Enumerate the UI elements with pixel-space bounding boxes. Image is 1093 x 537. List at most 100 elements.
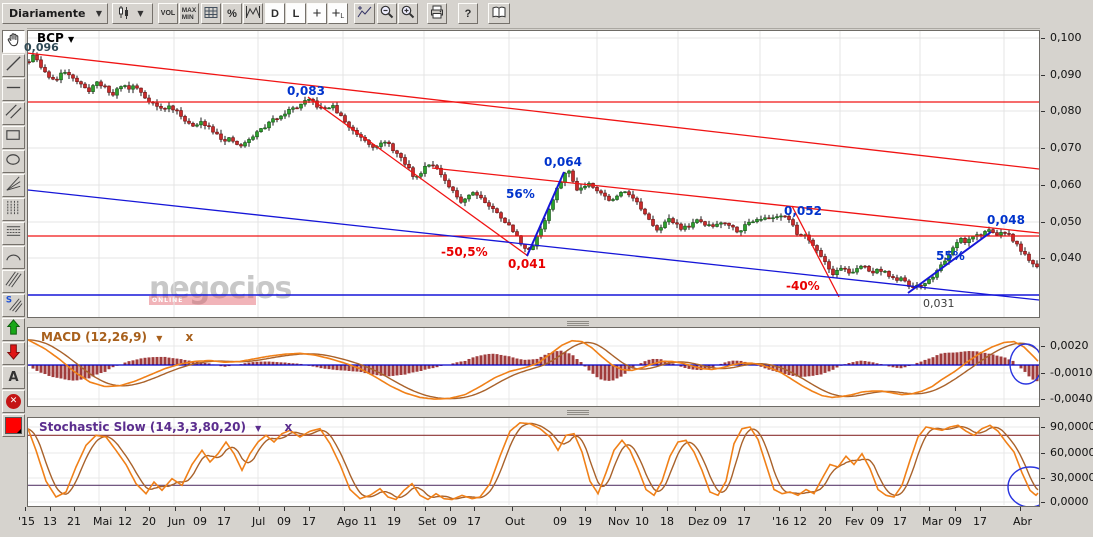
- x-axis-label: Dez: [688, 515, 710, 528]
- help-button[interactable]: ?: [458, 3, 478, 24]
- x-axis-label: Fev: [845, 515, 865, 528]
- axis-tick: [585, 507, 586, 511]
- price-annotation[interactable]: 0,096: [24, 41, 59, 54]
- axis-tick: [695, 507, 696, 511]
- axis-tick: [1041, 346, 1045, 347]
- horizontal-line-tool[interactable]: [2, 78, 25, 101]
- macd-panel[interactable]: MACD (12,26,9) ▼ x: [27, 327, 1040, 407]
- signal-line: [28, 339, 1039, 400]
- parallel-lines-icon: [4, 102, 23, 125]
- ellipse-tool[interactable]: [2, 150, 25, 173]
- splitter-grip[interactable]: [567, 409, 589, 415]
- axis-tick: [1041, 38, 1045, 39]
- axis-tick: [825, 507, 826, 511]
- add-study-button[interactable]: [354, 3, 375, 24]
- printer-icon: [429, 4, 445, 23]
- axis-tick: [1041, 453, 1045, 454]
- print-button[interactable]: [427, 3, 447, 24]
- buy-arrow-tool[interactable]: [2, 318, 25, 341]
- fibonacci-time-zones-tool[interactable]: [2, 198, 25, 221]
- line-mode-button[interactable]: L: [286, 3, 306, 24]
- x-axis-label: Out: [505, 515, 525, 528]
- axis-tick: [720, 507, 721, 511]
- axis-tick: [900, 507, 901, 511]
- stochastic-panel-title: Stochastic Slow (14,3,3,80,20) ▼ x: [39, 420, 292, 434]
- maxmin-button[interactable]: MAX MIN: [179, 3, 199, 24]
- horizontal-lines-icon: [4, 222, 23, 245]
- crosshair-button[interactable]: +: [307, 3, 327, 24]
- zoom-out-button[interactable]: [377, 3, 397, 24]
- chart-type-select[interactable]: ▼: [112, 3, 153, 24]
- price-annotation[interactable]: 0,031: [923, 297, 955, 310]
- fibonacci-retracement-tool[interactable]: [2, 222, 25, 245]
- y-axis-label: 0,100: [1050, 31, 1082, 44]
- y-axis-label: 0,080: [1050, 104, 1082, 117]
- percent-scale-button[interactable]: %: [222, 3, 242, 24]
- chevron-down-icon[interactable]: ▼: [250, 424, 266, 433]
- axis-tick: [370, 507, 371, 511]
- x-axis-label: Jun: [168, 515, 186, 528]
- trendline-tool[interactable]: [2, 54, 25, 77]
- volume-button[interactable]: VOL: [158, 3, 178, 24]
- axis-tick: [450, 507, 451, 511]
- candlestick-canvas[interactable]: [28, 31, 1039, 317]
- price-annotation[interactable]: 0,048: [987, 213, 1025, 227]
- sell-arrow-tool[interactable]: [2, 342, 25, 365]
- stochastic-panel[interactable]: Stochastic Slow (14,3,3,80,20) ▼ x: [27, 417, 1040, 507]
- axis-tick: [25, 507, 26, 511]
- text-tool[interactable]: A: [2, 366, 25, 389]
- percent-annotation[interactable]: 56%: [506, 187, 535, 201]
- price-axis[interactable]: 0,100 0,090 0,080 0,070 0,060 0,050 0,040 0,002…: [1040, 28, 1093, 537]
- daily-mode-button[interactable]: D: [265, 3, 285, 24]
- horizontal-line-icon: [4, 78, 23, 101]
- grid-toggle-button[interactable]: [201, 3, 221, 24]
- time-axis[interactable]: '15 13 21 Mai 12 20 Jun 09 17 Jul 09 17 Ago 11 19 Set 09…: [18, 507, 1040, 537]
- y-axis-label: -0,0040: [1050, 392, 1093, 405]
- y-axis-label: -0,0010: [1050, 366, 1093, 379]
- y-axis-label: 0,070: [1050, 141, 1082, 154]
- chevron-down-icon: ▼: [95, 9, 102, 18]
- x-axis-label: 09: [277, 515, 291, 528]
- x-axis-label: 18: [660, 515, 674, 528]
- candlestick-icon: [116, 4, 132, 23]
- timeframe-select[interactable]: Diariamente ▼: [2, 3, 108, 24]
- price-annotation[interactable]: 0,083: [287, 84, 325, 98]
- axis-tick: [980, 507, 981, 511]
- down-arrow-icon: [4, 342, 23, 365]
- svg-text:S: S: [6, 296, 12, 306]
- price-annotation[interactable]: 0,041: [508, 257, 546, 271]
- stochastic-close-button[interactable]: x: [284, 420, 292, 434]
- y-axis-label: 0,0000: [1050, 495, 1089, 508]
- macd-close-button[interactable]: x: [186, 330, 194, 344]
- rectangle-tool[interactable]: [2, 126, 25, 149]
- x-axis-label: 21: [67, 515, 81, 528]
- fan-lines-tool[interactable]: [2, 174, 25, 197]
- splitter-grip[interactable]: [567, 320, 589, 326]
- sparkle-zigzag-icon: [356, 4, 373, 23]
- speed-lines-tool[interactable]: [2, 270, 25, 293]
- delete-object-tool[interactable]: ✕: [2, 390, 25, 413]
- zoom-in-button[interactable]: [398, 3, 418, 24]
- percent-annotation[interactable]: -50,5%: [441, 245, 488, 259]
- percent-annotation[interactable]: 55%: [936, 249, 965, 263]
- y-axis-label: 60,0000: [1050, 446, 1093, 459]
- y-axis-label: 0,090: [1050, 68, 1082, 81]
- arc-tool[interactable]: [2, 246, 25, 269]
- x-axis-label: Set: [418, 515, 437, 528]
- price-annotation[interactable]: 0,064: [544, 155, 582, 169]
- price-annotation[interactable]: 0,052: [784, 204, 822, 218]
- color-picker-tool[interactable]: [2, 414, 25, 437]
- speed-resistance-tool[interactable]: S: [2, 294, 25, 317]
- parallel-lines-tool[interactable]: [2, 102, 25, 125]
- cross-label: +: [331, 5, 341, 22]
- indicators-button[interactable]: [243, 3, 263, 24]
- x-axis-label: Nov: [608, 515, 630, 528]
- macd-histogram: [28, 350, 1039, 382]
- x-axis-label: 12: [118, 515, 132, 528]
- chevron-down-icon[interactable]: ▼: [151, 334, 167, 343]
- pan-hand-tool[interactable]: [2, 30, 25, 53]
- percent-annotation[interactable]: -40%: [786, 279, 820, 293]
- crosshair-tracking-button[interactable]: + L: [328, 3, 348, 24]
- price-chart-panel[interactable]: negocios ONLINE: [27, 30, 1040, 318]
- manual-button[interactable]: [488, 3, 510, 24]
